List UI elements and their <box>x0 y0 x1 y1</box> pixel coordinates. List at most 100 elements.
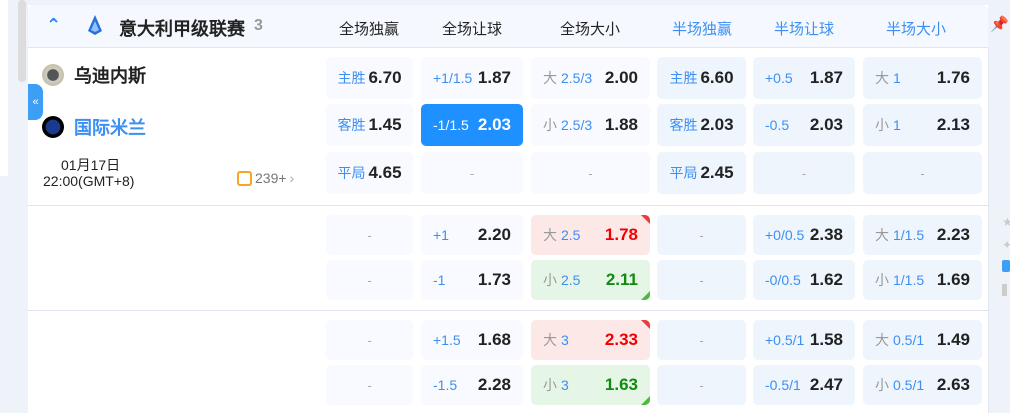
odds-cell[interactable]: +1 2.20 <box>421 215 523 255</box>
odds-cell[interactable]: 小 3 1.63 <box>531 365 650 405</box>
odds-cell[interactable]: 大 2.5/3 2.00 <box>531 57 650 99</box>
odds-cell[interactable]: - <box>657 260 746 300</box>
pin-icon[interactable]: ✦ <box>1002 238 1010 252</box>
col-header-half-1x2: 半场独赢 <box>671 21 733 38</box>
handicap-line: +1 <box>433 227 449 243</box>
bet-label: 平局 <box>669 165 698 181</box>
odds-cell[interactable]: 大 1 1.76 <box>863 57 982 99</box>
live-badge-icon[interactable] <box>1002 260 1010 272</box>
col-header-full-handicap: 全场让球 <box>441 21 503 38</box>
odds-value: 2.23 <box>936 225 970 244</box>
odds-cell[interactable]: 平局 2.45 <box>657 152 746 194</box>
odds-cell[interactable]: 大 0.5/1 1.49 <box>863 320 982 360</box>
odds-cell[interactable]: -1.5 2.28 <box>421 365 523 405</box>
over-under-label: 小 <box>875 377 889 393</box>
odds-value: 2.63 <box>936 375 970 394</box>
odds-cell[interactable]: 主胜 6.70 <box>326 57 413 99</box>
odds-cell[interactable]: -1/1.5 2.03 <box>421 104 523 146</box>
line-value: 0.5/1 <box>893 377 925 393</box>
line-value: 0.5/1 <box>893 332 925 348</box>
odds-value: 2.20 <box>477 225 511 244</box>
odds-cell[interactable]: 大 2.5 1.78 <box>531 215 650 255</box>
bet-label: 客胜 <box>337 117 366 133</box>
odds-cell[interactable]: 主胜 6.60 <box>657 57 746 99</box>
over-under-label: 大 <box>543 332 557 348</box>
collapse-chevron-icon[interactable]: ⌃ <box>46 15 61 36</box>
odds-value: 1.73 <box>477 270 511 289</box>
empty-odds: - <box>920 165 925 181</box>
odds-cell[interactable]: 平局 4.65 <box>326 152 413 194</box>
odds-value: 2.38 <box>809 225 843 244</box>
odds-cell[interactable]: -0.5 2.03 <box>753 104 855 146</box>
empty-odds: - <box>367 272 372 288</box>
odds-cell[interactable]: 客胜 2.03 <box>657 104 746 146</box>
handicap-line: -0.5/1 <box>765 377 801 393</box>
collapse-sidebar-button[interactable]: « <box>28 84 43 120</box>
odds-cell[interactable]: +1.5 1.68 <box>421 320 523 360</box>
odds-cell[interactable]: 小 1 2.13 <box>863 104 982 146</box>
odds-cell[interactable]: - <box>657 365 746 405</box>
line-value: 1 <box>893 70 901 86</box>
col-header-full-ou: 全场大小 <box>559 21 621 38</box>
scrollbar[interactable] <box>18 0 26 82</box>
line-value: 3 <box>561 332 569 348</box>
odds-cell[interactable]: 大 3 2.33 <box>531 320 650 360</box>
empty-odds: - <box>469 165 475 181</box>
handicap-line: +0.5 <box>765 70 793 86</box>
odds-cell[interactable]: - <box>753 152 855 194</box>
odds-cell[interactable]: +1/1.5 1.87 <box>421 57 523 99</box>
handicap-line: +0.5/1 <box>765 332 805 348</box>
odds-cell[interactable]: +0.5/1 1.58 <box>753 320 855 360</box>
odds-cell[interactable]: - <box>326 365 413 405</box>
empty-odds: - <box>367 332 372 348</box>
handicap-line: -1.5 <box>433 377 458 393</box>
odds-cell[interactable]: - <box>326 320 413 360</box>
stats-icon[interactable] <box>1002 284 1007 296</box>
handicap-line: +0/0.5 <box>765 227 805 243</box>
odds-value: 2.03 <box>809 115 843 134</box>
empty-odds: - <box>367 227 372 243</box>
odds-cell[interactable]: - <box>657 215 746 255</box>
pin-icon[interactable]: 📌 <box>990 15 1009 33</box>
odds-cell[interactable]: - <box>531 152 650 194</box>
odds-cell[interactable]: 小 2.5/3 1.88 <box>531 104 650 146</box>
bet-line: 大1 <box>875 68 901 88</box>
more-bets-link[interactable]: 239+ › <box>237 170 294 186</box>
empty-odds: - <box>699 227 704 243</box>
odds-value: 1.58 <box>809 330 843 349</box>
odds-cell[interactable]: - <box>326 260 413 300</box>
odds-cell[interactable]: 小 0.5/1 2.63 <box>863 365 982 405</box>
odds-value: 2.28 <box>477 375 511 394</box>
odds-cell[interactable]: 大 1/1.5 2.23 <box>863 215 982 255</box>
odds-up-indicator-icon <box>641 215 650 224</box>
odds-cell[interactable]: +0.5 1.87 <box>753 57 855 99</box>
col-header-full-1x2: 全场独赢 <box>338 21 400 38</box>
line-value: 2.5 <box>561 227 581 243</box>
handicap-line: -1 <box>433 272 446 288</box>
odds-value: 1.87 <box>477 68 511 87</box>
away-team-name: 国际米兰 <box>74 118 146 138</box>
bet-line: 大 0.5/1 <box>875 330 924 350</box>
odds-down-indicator-icon <box>641 396 650 405</box>
over-under-label: 小 <box>875 117 889 133</box>
odds-value: 1.78 <box>604 225 638 244</box>
home-team-name: 乌迪内斯 <box>74 66 146 86</box>
league-header: ⌃ 意大利甲级联赛 3 全场独赢 全场让球 全场大小 半场独赢 半场让球 半场大… <box>28 5 988 48</box>
odds-cell[interactable]: +0/0.5 2.38 <box>753 215 855 255</box>
divider <box>988 48 989 413</box>
odds-cell[interactable]: 小 1/1.5 1.69 <box>863 260 982 300</box>
odds-cell[interactable]: - <box>657 320 746 360</box>
star-icon[interactable]: ★ <box>1002 215 1010 229</box>
odds-cell[interactable]: 小 2.5 2.11 <box>531 260 650 300</box>
odds-cell[interactable]: -0.5/1 2.47 <box>753 365 855 405</box>
odds-cell[interactable]: - <box>421 152 523 194</box>
home-team[interactable]: 乌迪内斯 <box>42 62 146 88</box>
away-team[interactable]: 国际米兰 <box>42 114 146 140</box>
league-name[interactable]: 意大利甲级联赛 <box>119 15 245 41</box>
odds-cell[interactable]: -1 1.73 <box>421 260 523 300</box>
odds-cell[interactable]: 客胜 1.45 <box>326 104 413 146</box>
over-under-label: 大 <box>543 70 557 86</box>
odds-cell[interactable]: -0/0.5 1.62 <box>753 260 855 300</box>
odds-cell[interactable]: - <box>863 152 982 194</box>
odds-cell[interactable]: - <box>326 215 413 255</box>
